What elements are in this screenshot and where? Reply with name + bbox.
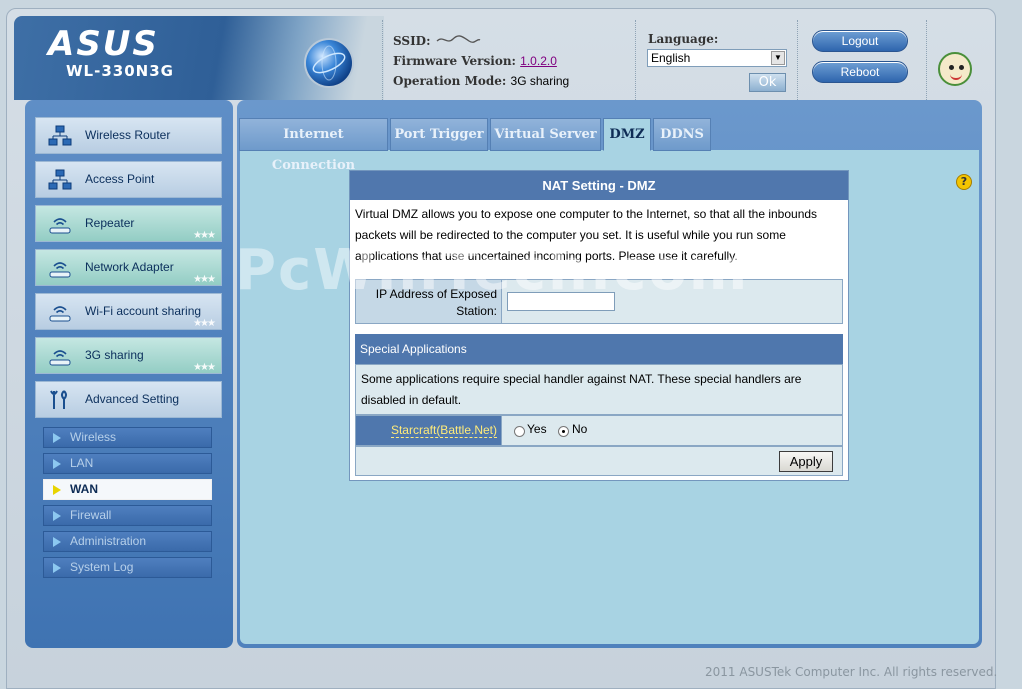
ip-label: IP Address of Exposed Station:: [356, 280, 502, 323]
ssid-scribble-icon: [436, 35, 481, 43]
tab-dmz[interactable]: DMZ: [603, 118, 651, 151]
stars-icon: ★★★: [193, 230, 216, 241]
subnav-item-firewall[interactable]: Firewall: [43, 505, 212, 526]
sidebar-item-label: Wi-Fi account sharing: [85, 304, 202, 318]
subnav-label: System Log: [70, 560, 134, 574]
tab-internet-connection[interactable]: Internet Connection: [239, 118, 388, 173]
language-label: Language:: [648, 32, 719, 46]
tab-virtual-server[interactable]: Virtual Server: [490, 118, 601, 151]
header-divider: [382, 20, 383, 100]
repeater-icon: [49, 218, 71, 234]
triangle-right-icon: [53, 433, 61, 443]
triangle-right-icon: [53, 459, 61, 469]
globe-icon: [306, 40, 352, 86]
opmode-value: 3G sharing: [510, 74, 570, 88]
yes-label: Yes: [527, 422, 547, 436]
apply-button[interactable]: Apply: [779, 451, 833, 472]
opmode-line: Operation Mode: 3G sharing: [393, 74, 569, 88]
sidebar-item-network-adapter[interactable]: Network Adapter ★★★: [35, 249, 222, 286]
3g-sharing-icon: [49, 350, 71, 366]
sidebar-item-label: Network Adapter: [85, 260, 174, 274]
starcraft-label: Starcraft(Battle.Net): [356, 416, 502, 445]
nat-dmz-form: NAT Setting - DMZ Virtual DMZ allows you…: [349, 170, 849, 481]
sidebar-item-label: 3G sharing: [85, 348, 144, 362]
wifi-sharing-icon: [49, 306, 71, 322]
network-router-icon: [48, 125, 72, 146]
chevron-down-icon: ▼: [771, 51, 785, 65]
form-title: NAT Setting - DMZ: [350, 171, 848, 200]
starcraft-label-text: Starcraft(Battle.Net): [390, 423, 497, 438]
logout-button[interactable]: Logout: [812, 30, 908, 52]
subnav-label: Administration: [70, 534, 147, 548]
tools-icon: [50, 390, 67, 409]
language-select[interactable]: English ▼: [647, 49, 787, 67]
subnav-label: Wireless: [70, 430, 117, 444]
dmz-description: Virtual DMZ allows you to expose one com…: [355, 207, 818, 263]
firmware-label: Firmware Version:: [393, 54, 516, 68]
model-name: WL-330N3G: [66, 62, 174, 80]
ip-row: IP Address of Exposed Station:: [355, 279, 843, 324]
subnav-item-system-log[interactable]: System Log: [43, 557, 212, 578]
reboot-button[interactable]: Reboot: [812, 61, 908, 83]
subnav-item-lan[interactable]: LAN: [43, 453, 212, 474]
tab-ddns[interactable]: DDNS: [653, 118, 711, 151]
apply-row: Apply: [355, 446, 843, 476]
sidebar-item-repeater[interactable]: Repeater ★★★: [35, 205, 222, 242]
sidebar-item-wifi-account-sharing[interactable]: Wi-Fi account sharing ★★★: [35, 293, 222, 330]
access-point-icon: [48, 169, 72, 190]
header: ASUS WL-330N3G SSID: Firmware Version: 1…: [14, 16, 994, 100]
subnav-item-wireless[interactable]: Wireless: [43, 427, 212, 448]
stars-icon: ★★★: [193, 362, 216, 373]
sidebar-item-label: Advanced Setting: [85, 392, 180, 406]
stars-icon: ★★★: [193, 274, 216, 285]
tab-port-trigger[interactable]: Port Trigger: [390, 118, 488, 151]
avatar-eye: [949, 65, 954, 70]
sidebar-item-label: Repeater: [85, 216, 135, 230]
logo-block: ASUS WL-330N3G: [14, 16, 384, 100]
subnav-item-administration[interactable]: Administration: [43, 531, 212, 552]
no-label: No: [572, 422, 588, 436]
special-applications-description: Some applications require special handle…: [361, 372, 802, 407]
avatar-eye: [959, 65, 964, 70]
triangle-right-icon: [53, 537, 61, 547]
starcraft-row: Starcraft(Battle.Net) Yes No: [355, 415, 843, 446]
triangle-right-icon: [53, 485, 61, 495]
special-applications-description-row: Some applications require special handle…: [355, 364, 843, 415]
starcraft-yes-radio[interactable]: [514, 426, 525, 437]
ssid-label: SSID:: [393, 34, 431, 48]
special-applications-header: Special Applications: [355, 334, 843, 364]
ip-address-input[interactable]: [507, 292, 615, 311]
firmware-line: Firmware Version: 1.0.2.0: [393, 54, 557, 68]
header-divider: [926, 20, 927, 100]
subnav-label: WAN: [70, 482, 98, 496]
ssid-line: SSID:: [393, 34, 481, 48]
sidebar-item-wireless-router[interactable]: Wireless Router: [35, 117, 222, 154]
stars-icon: ★★★: [193, 318, 216, 329]
opmode-label: Operation Mode:: [393, 74, 507, 88]
header-divider: [797, 20, 798, 100]
triangle-right-icon: [53, 511, 61, 521]
language-value: English: [651, 51, 691, 65]
avatar-mouth: [950, 74, 962, 80]
help-icon[interactable]: ?: [956, 174, 972, 190]
footer-copyright: 2011 ASUSTek Computer Inc. All rights re…: [705, 665, 998, 679]
subnav-label: LAN: [70, 456, 94, 470]
sidebar-item-advanced-setting[interactable]: Advanced Setting: [35, 381, 222, 418]
sidebar-item-3g-sharing[interactable]: 3G sharing ★★★: [35, 337, 222, 374]
header-divider: [635, 20, 636, 100]
triangle-right-icon: [53, 563, 61, 573]
sidebar-item-label: Wireless Router: [85, 128, 171, 142]
asus-logo: ASUS: [48, 24, 159, 64]
sidebar-item-access-point[interactable]: Access Point: [35, 161, 222, 198]
avatar: [938, 52, 972, 86]
network-adapter-icon: [49, 262, 71, 278]
starcraft-no-radio[interactable]: [558, 426, 569, 437]
subnav-item-wan[interactable]: WAN: [43, 479, 212, 500]
language-ok-button[interactable]: Ok: [749, 73, 786, 92]
subnav-label: Firewall: [70, 508, 112, 522]
sidebar-item-label: Access Point: [85, 172, 155, 186]
firmware-version-link[interactable]: 1.0.2.0: [520, 54, 557, 68]
